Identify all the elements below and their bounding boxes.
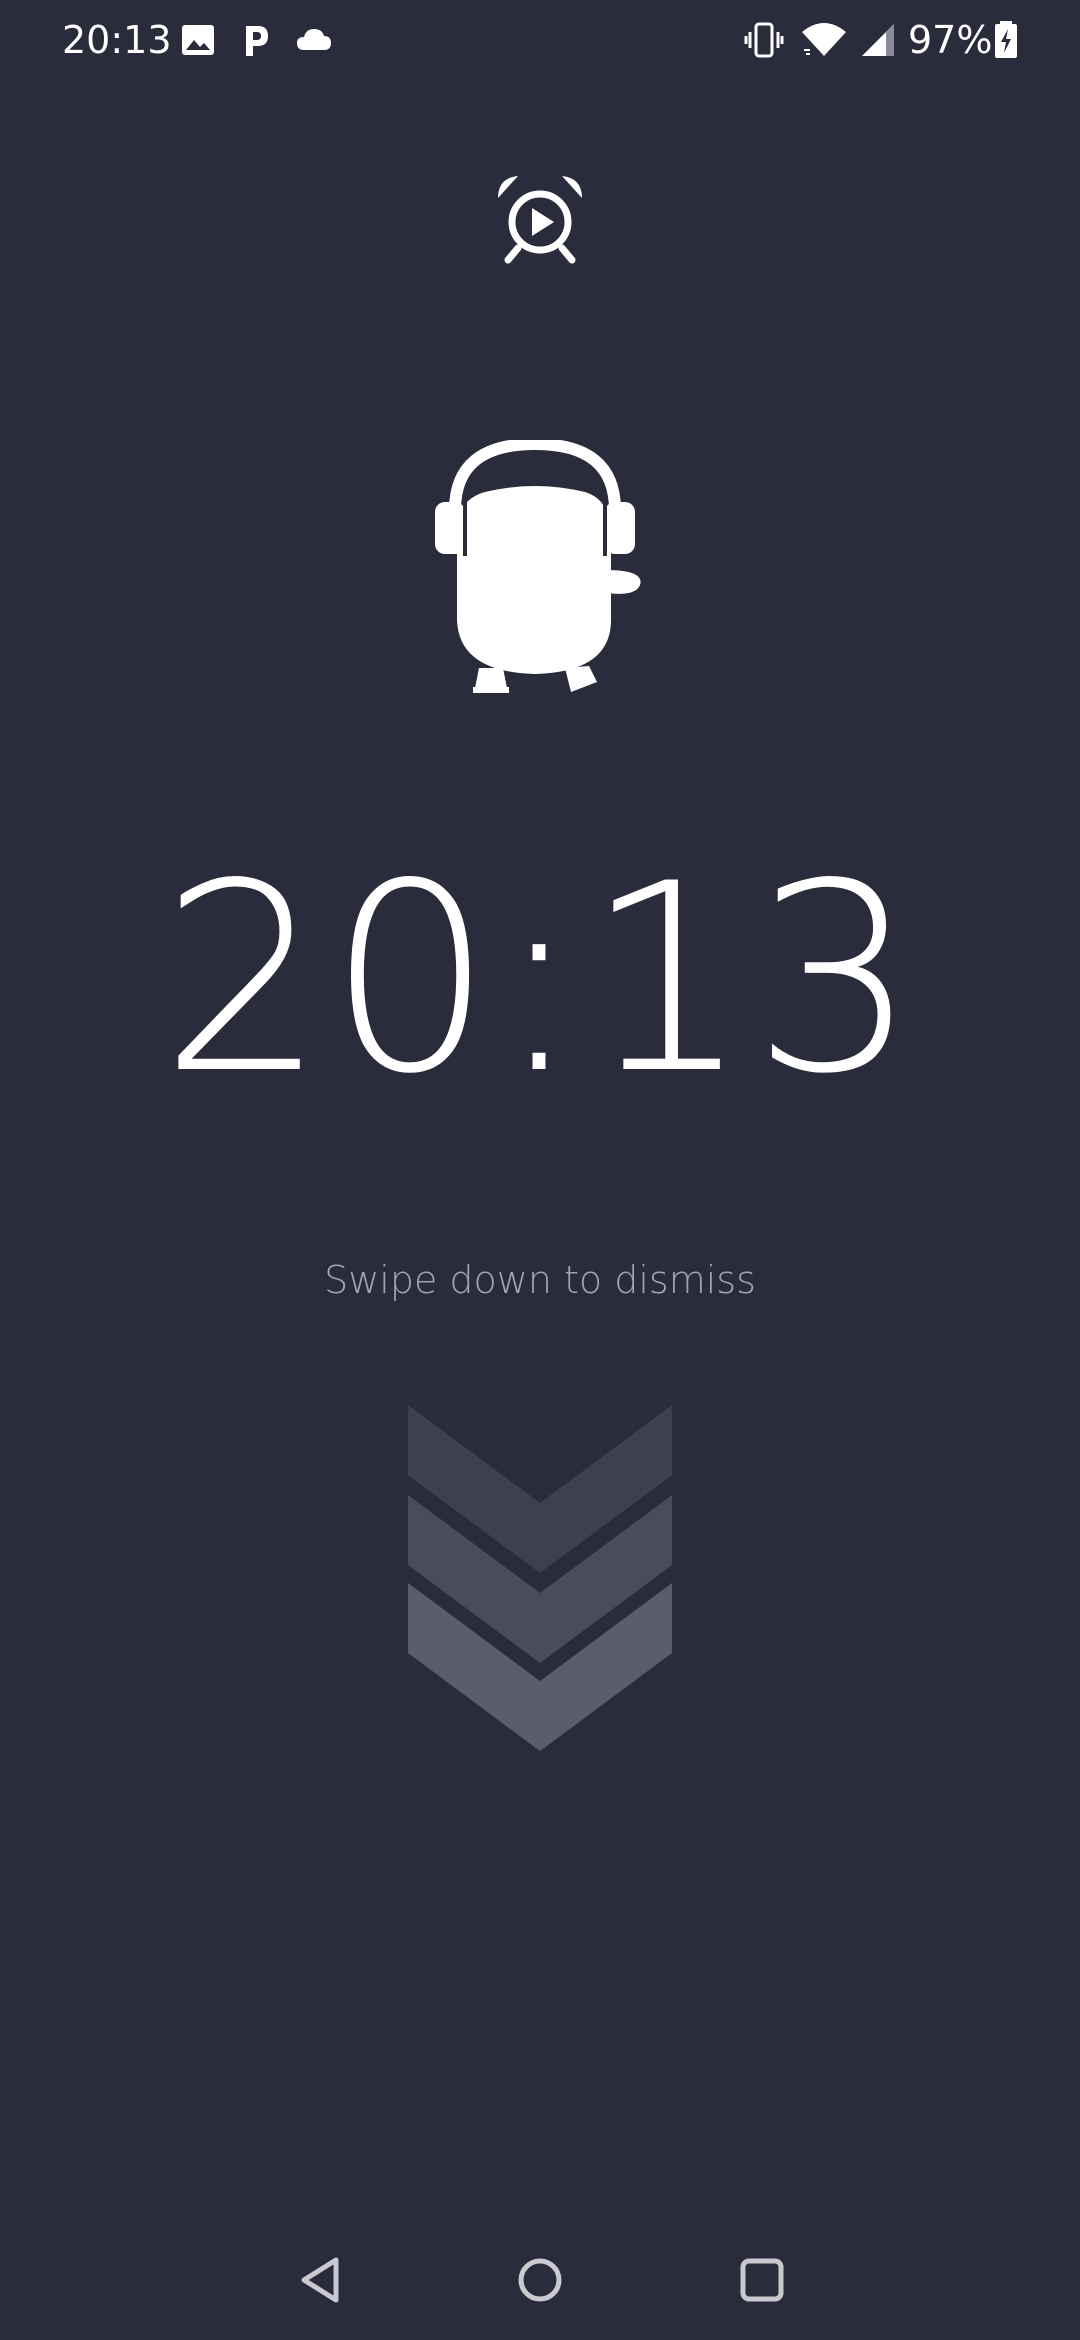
triple-chevron-down-icon[interactable] [408, 1405, 672, 1755]
back-icon[interactable] [290, 2248, 354, 2312]
status-bar: 20:13 97% [0, 0, 1080, 80]
cellular-signal-icon [862, 24, 894, 56]
status-time: 20:13 [62, 18, 172, 62]
image-icon [182, 25, 214, 55]
vibrate-icon [744, 22, 784, 58]
alarm-time-display: 20:13 [160, 829, 920, 1131]
wifi-icon [802, 23, 846, 56]
dismiss-hint: Swipe down to dismiss [324, 1258, 756, 1302]
mascot-with-headphones [435, 440, 641, 693]
recents-icon[interactable] [730, 2248, 794, 2312]
alarm-screen: 20:13 97% 20:13 Swipe down to dismiss [0, 0, 1080, 2340]
home-icon[interactable] [508, 2248, 572, 2312]
cloud-icon [297, 29, 331, 50]
alarm-clock-play-icon[interactable] [492, 170, 588, 266]
navigation-bar [0, 2230, 1080, 2340]
p-app-icon [246, 26, 268, 56]
battery-charging-icon [995, 21, 1017, 58]
battery-percent: 97% [908, 18, 993, 62]
